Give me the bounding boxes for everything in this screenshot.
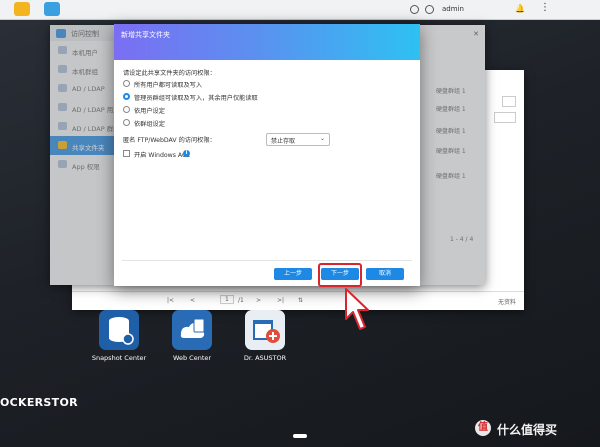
option-label[interactable]: 依群组设定 (134, 119, 165, 128)
page-count: /1 (238, 297, 244, 304)
access-control-app-icon[interactable] (44, 2, 60, 16)
info-icon[interactable]: i (183, 150, 190, 157)
option-label[interactable]: 管理员群组可读取及写入，其余用户仅能读取 (134, 93, 258, 102)
dialog-divider (122, 260, 412, 261)
first-page-icon[interactable]: |< (167, 297, 174, 304)
cancel-button[interactable]: 取消 (366, 268, 404, 280)
windows-acl-label[interactable]: 开启 Windows ACL (134, 150, 190, 159)
prev-page-icon[interactable]: < (190, 297, 195, 304)
web-center-icon[interactable] (172, 310, 212, 350)
grid-view-icon[interactable] (502, 96, 516, 107)
pagination-bar: |< < 1 /1 > >| ⇅ 无资料 (72, 291, 524, 310)
ftp-access-label: 匿名 FTP/WebDAV 的访问权限： (123, 137, 216, 144)
dr-asustor-icon[interactable] (245, 310, 285, 350)
windows-acl-checkbox[interactable] (123, 150, 130, 157)
file-explorer-app-icon[interactable] (14, 2, 30, 16)
watermark: 值 什么值得买 (475, 418, 600, 440)
permission-prompt: 请设定此共享文件夹的访问权限： (123, 70, 216, 77)
web-center-label[interactable]: Web Center (152, 354, 232, 362)
dr-asustor-label[interactable]: Dr. ASUSTOR (225, 354, 305, 362)
bell-icon[interactable]: 🔔 (515, 4, 525, 13)
snapshot-center-label[interactable]: Snapshot Center (79, 354, 159, 362)
next-page-icon[interactable]: > (256, 297, 261, 304)
radio-all-users-rw[interactable] (123, 80, 130, 87)
menu-icon[interactable]: ⋮ (540, 2, 550, 13)
new-shared-folder-dialog: 新增共享文件夹 请设定此共享文件夹的访问权限： 所有用户都可读取及写入 管理员群… (114, 24, 420, 286)
prev-button[interactable]: 上一步 (274, 268, 312, 280)
dialog-title: 新增共享文件夹 (121, 31, 170, 39)
dock-indicator[interactable] (293, 434, 307, 438)
radio-by-group[interactable] (123, 119, 130, 126)
watermark-text: 什么值得买 (497, 423, 558, 437)
radio-by-user[interactable] (123, 106, 130, 113)
list-view-icon[interactable] (494, 112, 516, 123)
radio-admin-rw-others-read[interactable] (123, 93, 130, 100)
top-bar: admin 🔔 ⋮ (0, 0, 600, 20)
option-label[interactable]: 所有用户都可读取及写入 (134, 80, 202, 89)
snapshot-center-icon[interactable] (99, 310, 139, 350)
next-button-highlight (318, 263, 362, 287)
watermark-logo-icon: 值 (475, 420, 491, 436)
empty-label: 无资料 (497, 299, 516, 306)
dialog-header: 新增共享文件夹 (114, 24, 420, 60)
brand-logo: OCKERSTOR (0, 396, 78, 409)
last-page-icon[interactable]: >| (277, 297, 284, 304)
pointer-arrow-icon (345, 288, 369, 330)
user-icon[interactable] (425, 5, 434, 14)
page-input[interactable]: 1 (220, 295, 234, 304)
username-label[interactable]: admin (442, 5, 464, 13)
refresh-icon[interactable]: ⇅ (298, 297, 303, 304)
ftp-access-select[interactable]: 禁止存取 ⌄ (266, 133, 330, 146)
chevron-down-icon: ⌄ (319, 135, 325, 142)
search-icon[interactable] (410, 5, 419, 14)
option-label[interactable]: 依用户设定 (134, 106, 165, 115)
ftp-access-value: 禁止存取 (271, 138, 296, 145)
